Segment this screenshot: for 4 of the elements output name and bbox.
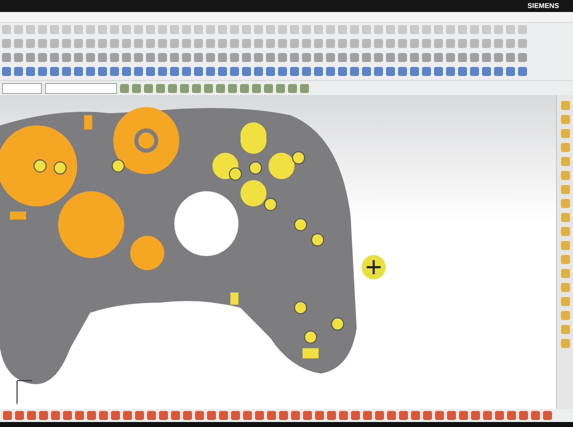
axis-triad-icon <box>16 380 33 404</box>
scope-dropdown[interactable] <box>45 82 117 94</box>
filter-dropdown[interactable] <box>2 82 42 94</box>
crosshair-cursor-icon <box>362 255 386 280</box>
